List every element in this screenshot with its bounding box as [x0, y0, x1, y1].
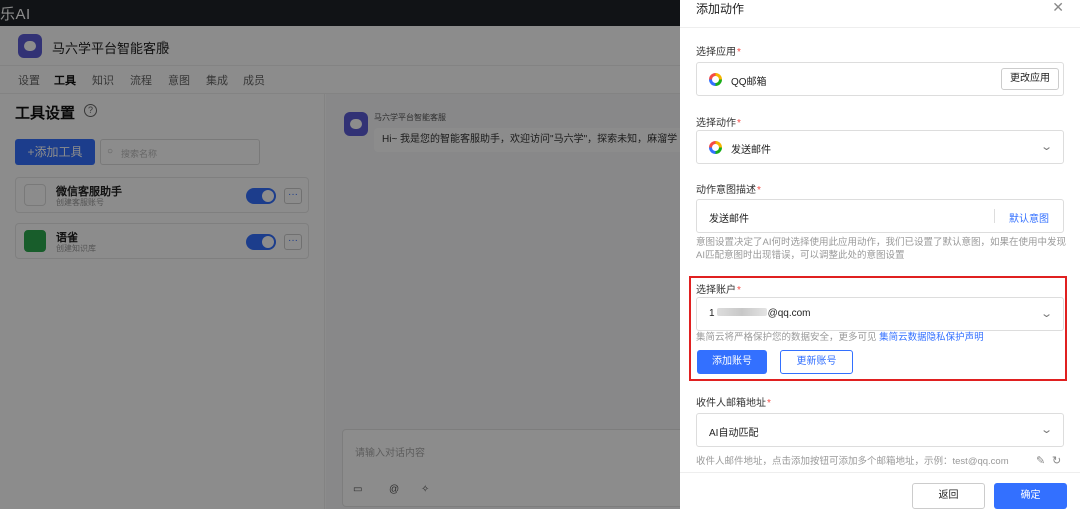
change-app-button[interactable]: 更改应用 [1001, 68, 1059, 90]
chevron-down-icon: ⌄ [1039, 141, 1053, 153]
app-field: QQ邮箱 更改应用 [696, 62, 1064, 96]
highlight-box [689, 276, 1067, 381]
intent-input[interactable]: 发送邮件 默认意图 [696, 199, 1064, 233]
recipient-select[interactable]: AI自动匹配 ⌄ [696, 413, 1064, 447]
default-intent-link[interactable]: 默认意图 [1009, 210, 1049, 225]
confirm-button[interactable]: 确定 [994, 483, 1067, 509]
action-select[interactable]: 发送邮件 ⌄ [696, 130, 1064, 164]
add-action-drawer: 添加动作 ✕ 选择应用* QQ邮箱 更改应用 选择动作* 发送邮件 ⌄ 动作意图… [680, 0, 1080, 509]
intent-hint: 意图设置决定了AI何时选择使用此应用动作，我们已设置了默认意图，如果在使用中发现… [696, 237, 1066, 261]
action-value: 发送邮件 [731, 145, 771, 156]
select-action-label: 选择动作* [696, 118, 741, 129]
recipient-label: 收件人邮箱地址* [696, 398, 771, 409]
edit-icon[interactable]: ✎ [1036, 454, 1045, 467]
drawer-title: 添加动作 [696, 2, 745, 16]
recipient-hint: 收件人邮件地址，点击添加按钮可添加多个邮箱地址，示例：test@qq.com [696, 456, 1009, 467]
back-button[interactable]: 返回 [912, 483, 985, 509]
close-icon[interactable]: ✕ [1052, 0, 1064, 14]
chevron-down-icon: ⌄ [1039, 424, 1053, 436]
intent-label: 动作意图描述* [696, 185, 761, 196]
refresh-icon[interactable]: ↻ [1052, 454, 1061, 467]
drawer-footer: 返回 确定 [680, 472, 1080, 509]
modal-overlay[interactable] [0, 0, 680, 509]
divider [994, 209, 995, 223]
recipient-value: AI自动匹配 [709, 428, 759, 439]
select-app-label: 选择应用* [696, 47, 741, 58]
qq-mail-icon [709, 141, 722, 154]
intent-value: 发送邮件 [709, 214, 749, 225]
drawer-header: 添加动作 ✕ [680, 0, 1080, 28]
app-value: QQ邮箱 [731, 77, 767, 88]
qq-mail-icon [709, 73, 722, 86]
